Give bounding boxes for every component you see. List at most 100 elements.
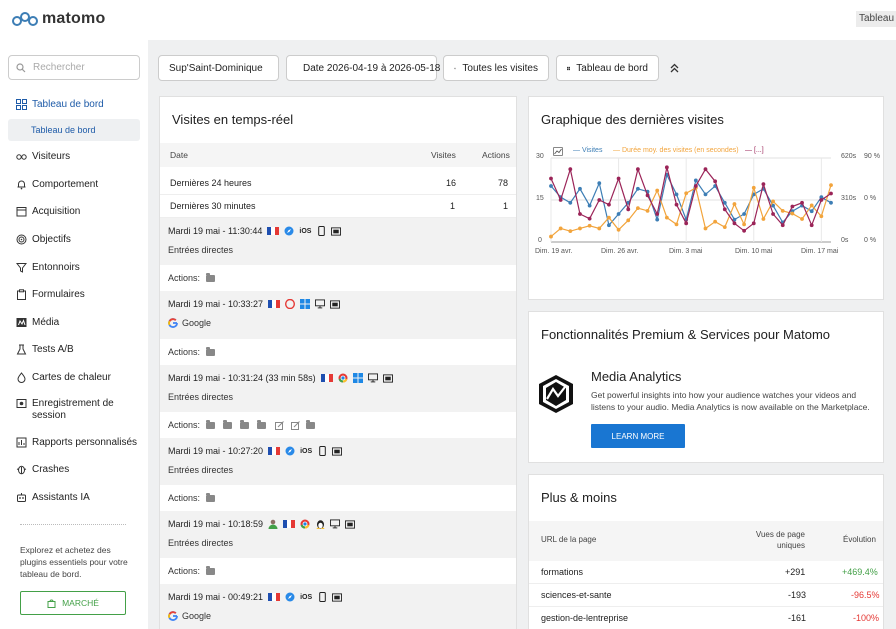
series-point-1 [761,217,766,221]
dashboard-selector[interactable]: Tableau de bord [556,55,659,81]
sidebar-item-custom-reports[interactable]: Rapports personnalisés [16,437,137,449]
clipboard-icon [16,289,27,300]
actions-label: Actions: [168,420,201,430]
visit-actions-row: Actions: [160,485,516,511]
series-point-1 [597,226,602,231]
france-flag-icon [268,300,281,308]
sidebar-item-label: Visiteurs [32,151,71,162]
os-label: iOS [299,227,312,235]
actions-label: Actions: [168,493,201,503]
desktop-icon [367,373,378,383]
visit-time: Mardi 19 mai - 10:31:24 (33 min 58s) [168,373,316,383]
widget-title: Visites en temps-réel [172,112,294,127]
linux-icon [315,519,325,529]
folder-icon[interactable] [206,419,216,429]
sidebar-item-behaviour[interactable]: Comportement [16,179,98,191]
x-tick: Dim. 10 mai [735,248,773,255]
folder-icon[interactable] [206,565,216,575]
sidebar-item-dashboard[interactable]: Tableau de bord [16,99,104,111]
flame-icon [16,372,27,383]
sidebar-item-goals[interactable]: Objectifs [16,234,71,246]
search-box[interactable] [8,55,140,80]
series-point-0 [607,223,611,228]
sidebar-item-ai-assistants[interactable]: Assistants IA [16,492,90,504]
visit-time: Mardi 19 mai - 00:49:21 [168,592,264,602]
matomo-logo[interactable]: matomo [12,10,105,28]
series-point-1 [713,219,718,224]
france-flag-icon [268,593,281,601]
visit-entry[interactable]: Mardi 19 mai - 00:49:21 iOS Google [160,584,516,629]
sidebar-item-acquisition[interactable]: Acquisition [16,206,80,218]
visit-entry[interactable]: Mardi 19 mai - 11:30:44 iOS Entrées dire… [160,218,516,265]
visit-entry[interactable]: Mardi 19 mai - 10:27:20 iOS Entrées dire… [160,438,516,485]
folder-icon[interactable] [306,419,316,429]
resolution-icon [345,519,356,529]
visit-time: Mardi 19 mai - 11:30:44 [168,226,263,236]
outlink-icon[interactable] [274,420,284,430]
marketplace-button[interactable]: MARCHÉ [20,591,126,615]
segment-icon [454,67,457,69]
table-row[interactable]: formations +291 +469.4% [529,561,883,584]
series-point-2 [549,176,553,181]
series-point-1 [751,185,756,190]
visit-entry[interactable]: Mardi 19 mai - 10:31:24 (33 min 58s) Ent… [160,365,516,412]
outlink-icon[interactable] [290,420,300,430]
series-point-1 [645,208,650,213]
sidebar-item-label: Crashes [32,464,70,475]
google-icon [168,318,178,328]
col-views: Vues de page uniques [755,530,805,550]
series-point-1 [732,202,737,206]
learn-more-button[interactable]: LEARN MORE [591,424,685,448]
x-tick: Dim. 17 mai [801,248,839,255]
calendar-icon [16,206,27,217]
table-row[interactable]: sciences-et-sante -193 -96.5% [529,584,883,607]
folder-icon[interactable] [206,492,216,502]
series-point-0 [635,186,640,191]
series-point-2 [597,198,602,202]
series-point-0 [597,181,602,186]
series-point-2 [761,182,766,187]
sidebar-item-crashes[interactable]: Crashes [16,464,69,476]
series-point-2 [732,221,737,226]
segment-selector[interactable]: Toutes les visites [443,55,549,81]
series-point-2 [655,212,660,216]
series-point-2 [587,216,592,221]
sidebar-subitem-dashboard[interactable]: Tableau de bord [8,119,140,141]
series-point-2 [568,167,573,172]
series-point-1 [742,222,747,227]
sidebar-item-label: Entonnoirs [32,262,80,273]
visit-entry[interactable]: Mardi 19 mai - 10:18:59 Entrées directes [160,511,516,558]
plus-moins-widget: Plus & moins URL de la page Vues de page… [528,474,884,629]
folder-icon[interactable] [206,346,216,356]
sidebar-item-funnels[interactable]: Entonnoirs [16,262,80,274]
folder-icon[interactable] [240,419,250,429]
row-views: -193 [788,590,807,600]
sidebar-item-media[interactable]: Média [16,317,59,329]
search-input[interactable] [33,62,123,73]
visits-line-chart[interactable] [529,97,885,301]
visit-entry[interactable]: Mardi 19 mai - 10:33:27 Google [160,291,516,339]
sidebar-item-ab-tests[interactable]: Tests A/B [16,344,74,356]
site-selector[interactable]: Sup'Saint-Dominique [158,55,279,81]
sidebar-item-visitors[interactable]: Visiteurs [16,151,70,163]
windows-icon [300,299,311,309]
table-row[interactable]: gestion-de-lentreprise -161 -100% [529,607,883,629]
collapse-filters-button[interactable] [665,59,683,77]
sidebar-item-label: Assistants IA [32,492,90,503]
sidebar-item-heatmaps[interactable]: Cartes de chaleur [16,372,111,384]
folder-icon[interactable] [257,419,267,429]
series-point-1 [558,226,563,231]
series-point-1 [587,223,592,228]
sidebar-item-forms[interactable]: Formulaires [16,289,85,301]
series-point-0 [549,184,553,188]
row-visits: 1 [450,201,456,211]
top-right-menu[interactable]: Tableau d [856,11,896,27]
series-point-2 [829,191,833,196]
google-icon [168,611,178,621]
folder-icon[interactable] [223,419,233,429]
realtime-table-header: Date Visites Actions [160,143,516,167]
date-range-selector[interactable]: Date 2026-04-19 à 2026-05-18 [286,55,440,81]
folder-icon[interactable] [206,272,216,282]
row-url: formations [541,567,584,577]
sidebar-item-session-recording[interactable]: Enregistrement de session [16,398,136,422]
